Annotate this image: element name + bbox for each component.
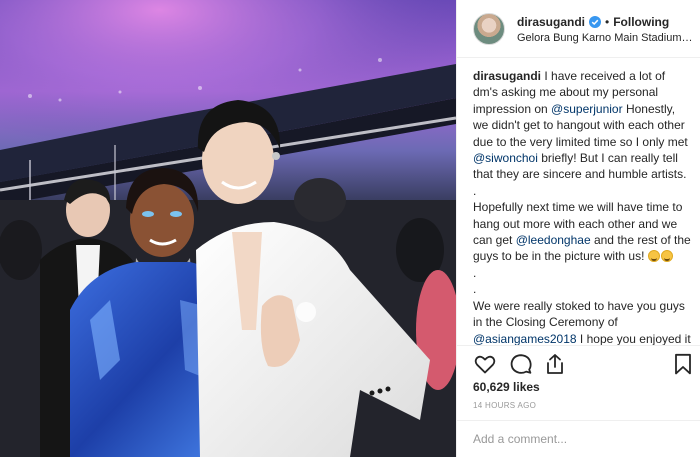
location-link[interactable]: Gelora Bung Karno Main Stadium. Jakarta,… [517,32,693,44]
username-link[interactable]: dirasugandi [517,15,585,29]
caption-paragraph: dirasugandi I have received a lot of dm'… [473,68,691,199]
caption-dot: . [473,282,477,297]
caption-text: We were really stoked to have you guys i… [473,298,685,330]
caption-dot: . [473,265,477,280]
caption-username-link[interactable]: dirasugandi [473,69,541,83]
following-button[interactable]: Following [613,15,669,29]
photo-artwork [0,0,456,457]
heart-icon[interactable] [473,352,497,376]
mention-link-siwonchoi[interactable]: @siwonchoi [473,151,538,165]
separator-dot: • [605,15,610,29]
post-header: dirasugandi • Following Gelora Bung Karn… [457,0,700,58]
caption-paragraph: We were really stoked to have you guys i… [473,298,691,346]
header-user-line: dirasugandi • Following [517,15,669,29]
post-photo[interactable] [0,0,456,457]
likes-count[interactable]: 60,629 likes [473,380,540,394]
bookmark-icon[interactable] [671,352,695,376]
mention-link-leedonghae[interactable]: @leedonghae [516,233,591,247]
comment-input[interactable] [473,430,683,448]
caption-scroll-area[interactable]: dirasugandi I have received a lot of dm'… [457,58,700,346]
grin-emoji-icon [647,250,660,263]
mention-link-superjunior[interactable]: @superjunior [551,102,623,116]
caption-paragraph: Hopefully next time we will have time to… [473,199,691,265]
action-bar [469,352,695,378]
share-icon[interactable] [543,352,567,376]
avatar[interactable] [473,13,505,45]
comment-box [457,420,700,457]
post-side-panel: dirasugandi • Following Gelora Bung Karn… [456,0,700,457]
caption: dirasugandi I have received a lot of dm'… [457,58,700,346]
comment-icon[interactable] [509,352,533,376]
post-timestamp[interactable]: 14 HOURS AGO [473,401,536,410]
grin-emoji-icon [660,250,673,263]
verified-badge-icon [589,16,602,28]
mention-link-asiangames2018[interactable]: @asiangames2018 [473,332,577,346]
